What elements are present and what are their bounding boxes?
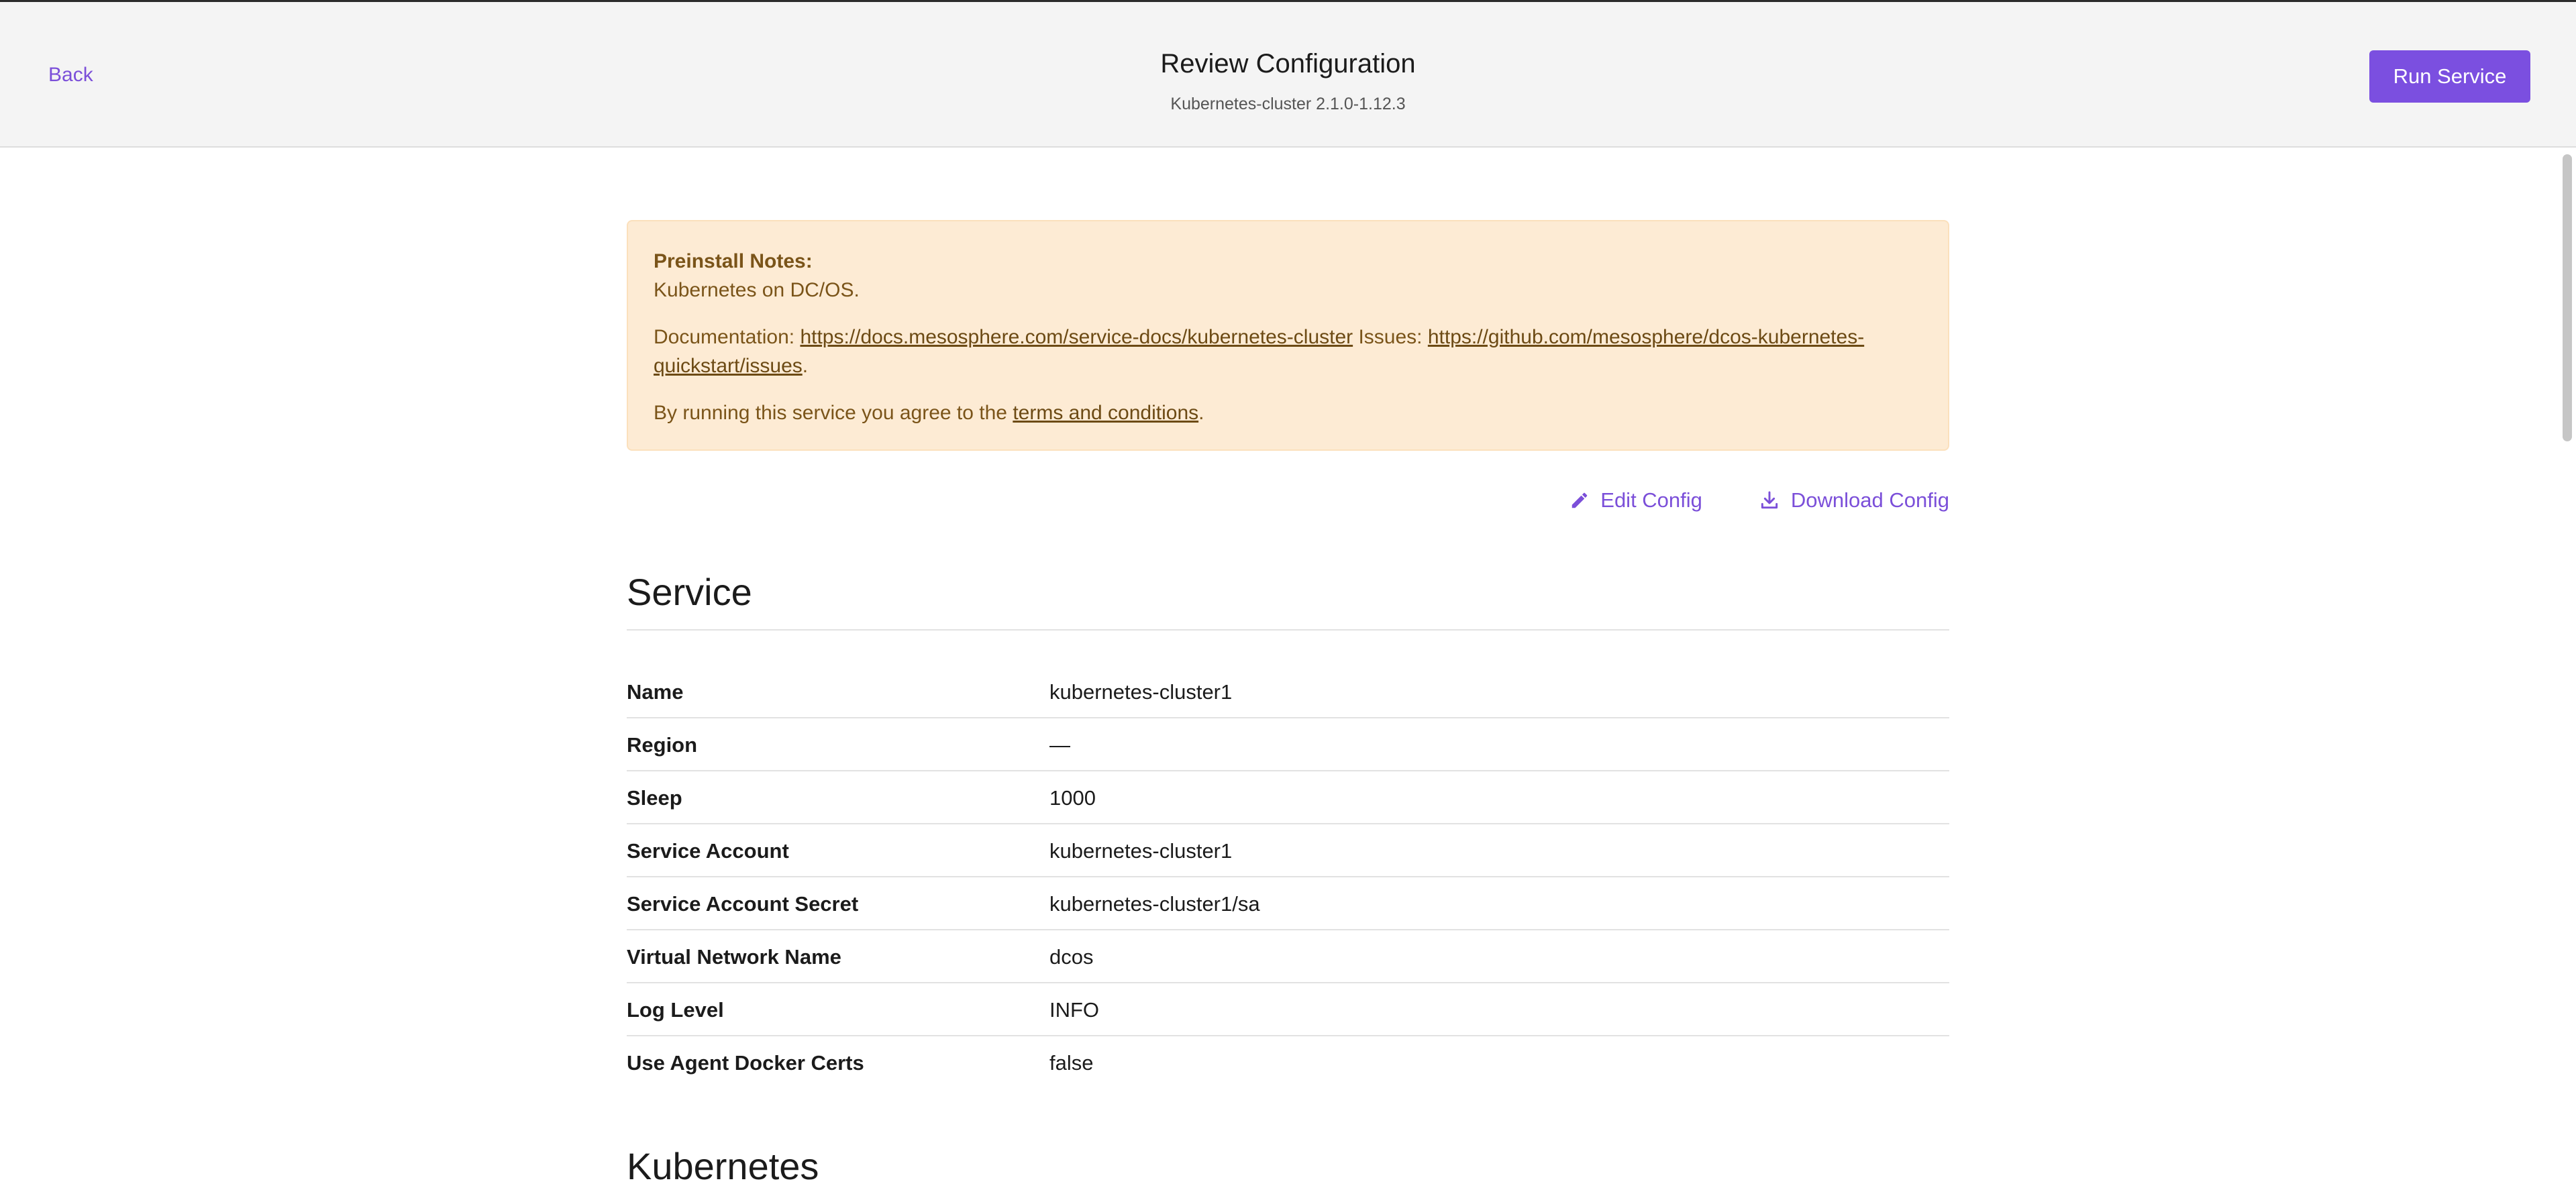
- row-label: Log Level: [627, 998, 724, 1022]
- issues-period: .: [802, 355, 809, 377]
- row-value: kubernetes-cluster1: [1049, 680, 1233, 704]
- terms-prefix: By running this service you agree to the: [654, 402, 1013, 424]
- row-label: Region: [627, 733, 698, 757]
- run-service-button[interactable]: Run Service: [2369, 50, 2530, 103]
- row-value: kubernetes-cluster1/sa: [1049, 892, 1260, 916]
- row-value: —: [1049, 733, 1070, 757]
- page-title: Review Configuration: [1160, 49, 1416, 78]
- table-row: Virtual Network Name dcos: [627, 930, 1949, 983]
- review-configuration-page: Back Review Configuration Kubernetes-clu…: [0, 0, 2576, 1198]
- table-row: Service Account Secret kubernetes-cluste…: [627, 877, 1949, 930]
- row-value: dcos: [1049, 945, 1094, 969]
- row-value: kubernetes-cluster1: [1049, 839, 1233, 863]
- row-label: Service Account Secret: [627, 892, 859, 916]
- table-row: Name kubernetes-cluster1: [627, 665, 1949, 718]
- row-value: INFO: [1049, 998, 1100, 1022]
- notes-heading: Preinstall Notes:: [654, 250, 813, 272]
- row-value: false: [1049, 1051, 1094, 1075]
- scrollbar-thumb[interactable]: [2563, 154, 2572, 441]
- preinstall-notes: Preinstall Notes: Kubernetes on DC/OS. D…: [627, 220, 1949, 451]
- table-row: Log Level INFO: [627, 983, 1949, 1036]
- page-subtitle: Kubernetes-cluster 2.1.0-1.12.3: [1170, 95, 1406, 113]
- edit-config-label[interactable]: Edit Config: [1600, 488, 1702, 512]
- service-table: Name kubernetes-cluster1 Region — Sleep …: [627, 665, 1949, 1089]
- terms-suffix: .: [1198, 402, 1204, 424]
- row-label: Virtual Network Name: [627, 945, 841, 969]
- header-bar: Back Review Configuration Kubernetes-clu…: [0, 0, 2576, 148]
- row-label: Name: [627, 680, 684, 704]
- row-label: Use Agent Docker Certs: [627, 1051, 864, 1075]
- row-label: Sleep: [627, 786, 682, 810]
- pencil-icon: [1569, 490, 1590, 510]
- table-row: Region —: [627, 718, 1949, 771]
- section-title-service: Service: [627, 571, 752, 613]
- documentation-prefix: Documentation:: [654, 326, 801, 348]
- documentation-link[interactable]: https://docs.mesosphere.com/service-docs…: [800, 326, 1353, 348]
- table-row: Service Account kubernetes-cluster1: [627, 824, 1949, 877]
- section-title-kubernetes: Kubernetes: [627, 1145, 819, 1187]
- issues-link-part2[interactable]: quickstart/issues: [654, 355, 803, 377]
- download-config-label[interactable]: Download Config: [1791, 488, 1949, 512]
- table-row: Use Agent Docker Certs false: [627, 1036, 1949, 1089]
- row-value: 1000: [1049, 786, 1096, 810]
- edit-config-button[interactable]: Edit Config: [1569, 488, 1702, 512]
- download-config-button[interactable]: Download Config: [1759, 488, 1949, 512]
- row-label: Service Account: [627, 839, 789, 863]
- download-icon: [1759, 490, 1780, 511]
- section-divider: [627, 629, 1949, 631]
- terms-link[interactable]: terms and conditions: [1013, 402, 1198, 424]
- issues-link-part1[interactable]: https://github.com/mesosphere/dcos-kuber…: [1428, 326, 1864, 348]
- config-actions: Edit Config Download Config: [1569, 487, 1949, 514]
- table-row: Sleep 1000: [627, 771, 1949, 824]
- notes-line: Kubernetes on DC/OS.: [654, 279, 860, 301]
- issues-prefix: Issues:: [1353, 326, 1428, 348]
